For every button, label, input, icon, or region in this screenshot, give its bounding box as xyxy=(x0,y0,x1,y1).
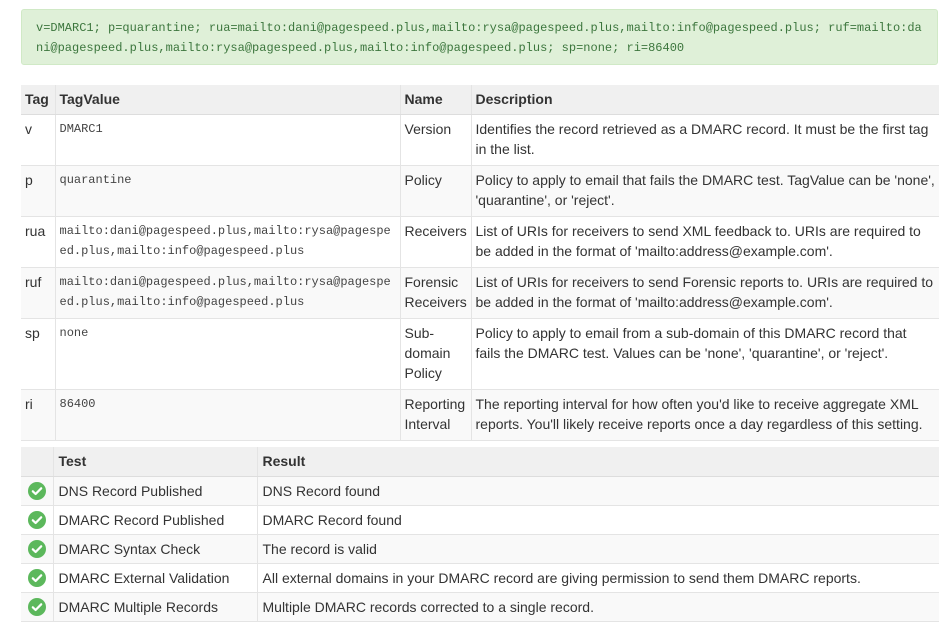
tag-description-cell: The reporting interval for how often you… xyxy=(471,389,939,441)
tag-value-cell: mailto:dani@pagespeed.plus,mailto:rysa@p… xyxy=(55,267,401,319)
tag-name-cell: Version xyxy=(400,114,472,166)
tag-cell: rua xyxy=(21,216,56,268)
tag-cell: ri xyxy=(21,389,56,441)
status-cell xyxy=(21,505,54,535)
tag-value-cell: DMARC1 xyxy=(55,114,401,166)
check-circle-icon xyxy=(27,568,46,587)
table-row: sp none Sub-domain Policy Policy to appl… xyxy=(21,318,939,390)
tag-name-cell: Reporting Interval xyxy=(400,389,472,441)
tag-description-cell: List of URIs for receivers to send XML f… xyxy=(471,216,939,268)
table-row: p quarantine Policy Policy to apply to e… xyxy=(21,165,939,217)
test-result-cell: DMARC Record found xyxy=(257,505,939,535)
status-cell xyxy=(21,563,54,593)
tag-cell: v xyxy=(21,114,56,166)
test-name-cell: DNS Record Published xyxy=(53,476,258,506)
test-name-cell: DMARC Record Published xyxy=(53,505,258,535)
check-circle-icon xyxy=(27,597,46,616)
status-cell xyxy=(21,592,54,622)
tag-description-cell: List of URIs for receivers to send Foren… xyxy=(471,267,939,319)
tag-name-cell: Receivers xyxy=(400,216,472,268)
tag-value-cell: mailto:dani@pagespeed.plus,mailto:rysa@p… xyxy=(55,216,401,268)
column-header-tagvalue: TagValue xyxy=(55,85,401,115)
check-circle-icon xyxy=(27,481,46,500)
column-header-result: Result xyxy=(257,447,939,477)
tag-value-cell: none xyxy=(55,318,401,390)
tags-table-header-row: Tag TagValue Name Description xyxy=(21,85,939,115)
test-result-cell: All external domains in your DMARC recor… xyxy=(257,563,939,593)
table-row: ri 86400 Reporting Interval The reportin… xyxy=(21,389,939,441)
table-row: DMARC External Validation All external d… xyxy=(21,563,939,593)
tag-name-cell: Policy xyxy=(400,165,472,217)
dmarc-results-panel: v=DMARC1; p=quarantine; rua=mailto:dani@… xyxy=(0,0,941,632)
column-header-name: Name xyxy=(400,85,472,115)
table-row: DMARC Syntax Check The record is valid xyxy=(21,534,939,564)
tag-cell: p xyxy=(21,165,56,217)
check-circle-icon xyxy=(27,539,46,558)
dmarc-tags-table: Tag TagValue Name Description v DMARC1 V… xyxy=(21,85,939,441)
tag-name-cell: Forensic Receivers xyxy=(400,267,472,319)
status-cell xyxy=(21,476,54,506)
table-row: ruf mailto:dani@pagespeed.plus,mailto:ry… xyxy=(21,267,939,319)
dmarc-record-text: v=DMARC1; p=quarantine; rua=mailto:dani@… xyxy=(21,9,938,65)
test-result-cell: DNS Record found xyxy=(257,476,939,506)
tag-value-cell: quarantine xyxy=(55,165,401,217)
table-row: DMARC Record Published DMARC Record foun… xyxy=(21,505,939,535)
tag-cell: ruf xyxy=(21,267,56,319)
column-header-test: Test xyxy=(53,447,258,477)
test-name-cell: DMARC External Validation xyxy=(53,563,258,593)
status-cell xyxy=(21,534,54,564)
table-row: rua mailto:dani@pagespeed.plus,mailto:ry… xyxy=(21,216,939,268)
check-circle-icon xyxy=(27,510,46,529)
tag-cell: sp xyxy=(21,318,56,390)
table-row: DNS Record Published DNS Record found xyxy=(21,476,939,506)
test-name-cell: DMARC Multiple Records xyxy=(53,592,258,622)
test-result-cell: Multiple DMARC records corrected to a si… xyxy=(257,592,939,622)
test-name-cell: DMARC Syntax Check xyxy=(53,534,258,564)
column-header-tag: Tag xyxy=(21,85,56,115)
test-result-cell: The record is valid xyxy=(257,534,939,564)
dmarc-tests-table: Test Result DNS Record Published DNS Rec… xyxy=(21,447,939,622)
table-row: DMARC Multiple Records Multiple DMARC re… xyxy=(21,592,939,622)
tag-value-cell: 86400 xyxy=(55,389,401,441)
column-header-status xyxy=(21,447,54,477)
tag-description-cell: Identifies the record retrieved as a DMA… xyxy=(471,114,939,166)
tag-name-cell: Sub-domain Policy xyxy=(400,318,472,390)
tests-table-header-row: Test Result xyxy=(21,447,939,477)
table-row: v DMARC1 Version Identifies the record r… xyxy=(21,114,939,166)
tag-description-cell: Policy to apply to email from a sub-doma… xyxy=(471,318,939,390)
column-header-description: Description xyxy=(471,85,939,115)
tag-description-cell: Policy to apply to email that fails the … xyxy=(471,165,939,217)
